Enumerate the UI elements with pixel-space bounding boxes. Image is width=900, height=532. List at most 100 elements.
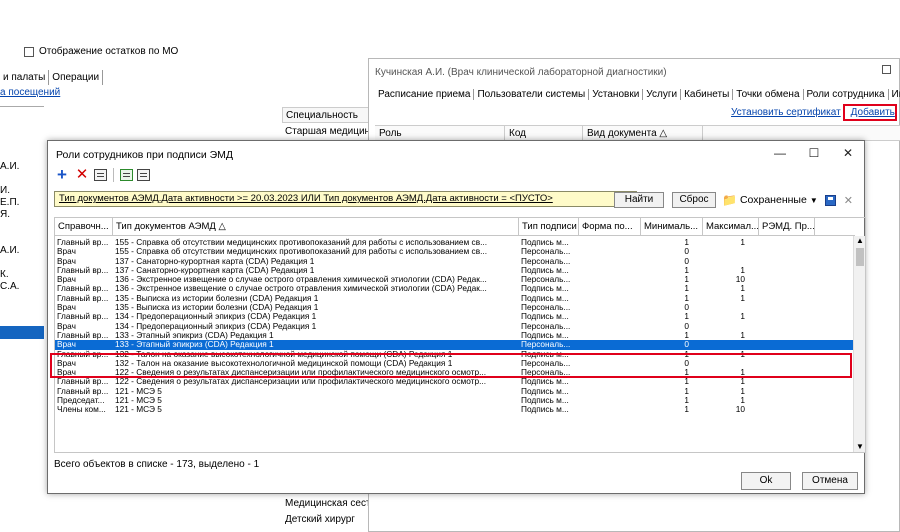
col-signature-type[interactable]: Тип подписи [519,218,579,235]
table-row[interactable]: Главный вр... 137 - Санаторно-курортная к… [55,266,855,275]
cell-signature-type: Подпись м... [521,284,569,294]
list-item[interactable] [0,173,44,185]
col-doc-type[interactable]: Вид документа △ [583,126,703,140]
table-row[interactable]: Члены ком... 121 - МСЭ 5 Подпись м... 1 10 [55,405,855,414]
tab-settings[interactable]: Установки [589,89,644,100]
table-row[interactable]: Врач 133 - Этапный эпикриз (CDA) Редакция… [55,340,855,350]
col-form[interactable]: Форма по... [579,218,641,235]
col-min[interactable]: Минималь... [641,218,703,235]
table-row[interactable]: Главный вр... 134 - Предоперационный эпик… [55,312,855,321]
table-row[interactable]: Врач 134 - Предоперационный эпикриз (CDA)… [55,322,855,331]
grid-scrollbar[interactable]: ▲ ▼ [853,236,865,452]
install-certificate-link[interactable]: Установить сертификат [731,107,841,118]
list-item[interactable] [0,149,44,161]
col-remd[interactable]: РЭМД. Пр... [759,218,815,235]
list-item[interactable] [0,221,44,233]
ok-button[interactable]: Ok [741,472,791,490]
clear-filter-icon[interactable]: ✕ [844,194,853,207]
table-row[interactable]: Врач 155 - Справка об отсутствии медицинс… [55,247,855,256]
cell-signature-type: Персональ... [521,256,571,266]
col-aemd-doc-type[interactable]: Тип документов АЭМД △ [113,218,519,235]
cancel-button[interactable]: Отмена [802,472,858,490]
delete-icon[interactable]: ✕ [74,167,90,183]
edit-icon[interactable] [94,169,107,181]
cell-doc-type: 133 - Этапный эпикриз (CDA) Редакция 1 [115,340,274,350]
tab-services[interactable]: Услуги [643,89,682,100]
bg-visits-link[interactable]: а посещений [0,87,60,98]
bg-specialty-cell: Старшая медицинс [285,126,370,137]
col-role[interactable]: Роль [375,126,505,140]
table-row[interactable]: Председат... 121 - МСЭ 5 Подпись м... 1 1 [55,396,855,405]
cell-max: 1 [740,396,745,406]
cell-doc-type: 122 - Сведения о результатах диспансериз… [115,377,487,387]
cell-signature-type: Подпись м... [521,330,569,340]
list-item[interactable]: А.И. [0,245,44,257]
list-item[interactable]: А.И. [0,161,44,173]
filter-text[interactable]: Тип документов АЭМД.Дата активности >= 2… [59,193,553,204]
maximize-icon[interactable]: ☐ [808,146,820,160]
col-code[interactable]: Код [505,126,583,140]
maximize-icon[interactable] [882,65,891,74]
export-icon[interactable] [137,169,150,181]
bg-specialty-column: Старшая медицинс [282,124,370,140]
show-stock-checkbox-row[interactable]: Отображение остатков по МО [24,46,178,57]
cell-min: 1 [684,330,689,340]
list-item[interactable]: Е.П. [0,197,44,209]
col-max[interactable]: Максимал... [703,218,759,235]
tab-employee-roles[interactable]: Роли сотрудника [804,89,889,100]
save-icon[interactable] [824,194,836,206]
cell-reference: Члены ком... [57,405,106,415]
rows-highlight [50,353,852,378]
cell-signature-type: Подпись м... [521,405,569,415]
list-item[interactable]: И. [0,185,44,197]
minimize-icon[interactable]: — [774,146,786,160]
list-item[interactable]: К. [0,269,44,281]
table-row[interactable]: Врач 135 - Выписка из истории болезни (CD… [55,303,855,312]
reset-button[interactable]: Сброс [672,192,716,208]
add-icon[interactable]: + [54,166,70,183]
list-item[interactable]: С.А. [0,281,44,293]
cell-doc-type: 121 - МСЭ 5 [115,405,162,415]
cell-reference: Председат... [57,396,105,406]
bg-tab-wards[interactable]: и палаты [0,70,50,85]
cell-min: 1 [684,265,689,275]
table-row[interactable]: Главный вр... 155 - Справка об отсутствии… [55,238,855,247]
scroll-up-icon[interactable]: ▲ [854,236,865,246]
bg-tabs: и палаты Операции [0,70,104,85]
list-item[interactable]: Я. [0,209,44,221]
table-row[interactable]: Врач 137 - Санаторно-курортная карта (CDA… [55,257,855,266]
filter-expression[interactable]: Тип документов АЭМД.Дата активности >= 2… [54,191,637,207]
cell-remd [759,294,815,303]
refresh-icon[interactable] [120,169,133,181]
scroll-down-icon[interactable]: ▼ [854,442,865,452]
cell-signature-type: Подпись м... [521,377,569,387]
cell-form [579,312,641,321]
bg-tab-operations[interactable]: Операции [49,70,104,85]
table-row[interactable]: Главный вр... 121 - МСЭ 5 Подпись м... 1 1 [55,387,855,396]
saved-filters-button[interactable]: 📁 Сохраненные ▼ ✕ [722,193,853,207]
find-button[interactable]: Найти [614,192,664,208]
cell-signature-type: Персональ... [521,275,571,285]
bg-selected-employee[interactable] [0,326,44,339]
tab-exchange-points[interactable]: Точки обмена [733,89,804,100]
cell-reference: Главный вр... [57,238,109,247]
cell-doc-type: 136 - Экстренное извещение о случае остр… [115,275,487,285]
list-item[interactable] [0,233,44,245]
list-item[interactable] [0,257,44,269]
table-row[interactable]: Главный вр... 136 - Экстренное извещение … [55,284,855,293]
table-row[interactable]: Главный вр... 133 - Этапный эпикриз (CDA)… [55,331,855,340]
tab-ind[interactable]: Инд [889,89,900,100]
show-stock-checkbox[interactable] [24,46,34,57]
scroll-thumb[interactable] [856,248,864,266]
col-reference[interactable]: Справочн... [55,218,113,235]
cell-signature-type: Подпись м... [521,265,569,275]
table-row[interactable]: Главный вр... 135 - Выписка из истории бо… [55,294,855,303]
table-row[interactable]: Врач 136 - Экстренное извещение о случае … [55,275,855,284]
close-icon[interactable]: ✕ [842,146,854,160]
tab-system-users[interactable]: Пользователи системы [474,89,590,100]
bg-specialty-header[interactable]: Специальность [282,107,372,123]
tab-cabinets[interactable]: Кабинеты [681,89,734,100]
cell-signature-type: Персональ... [521,340,571,350]
tab-schedule[interactable]: Расписание приема [375,89,475,100]
table-row[interactable]: Главный вр... 122 - Сведения о результата… [55,377,855,386]
